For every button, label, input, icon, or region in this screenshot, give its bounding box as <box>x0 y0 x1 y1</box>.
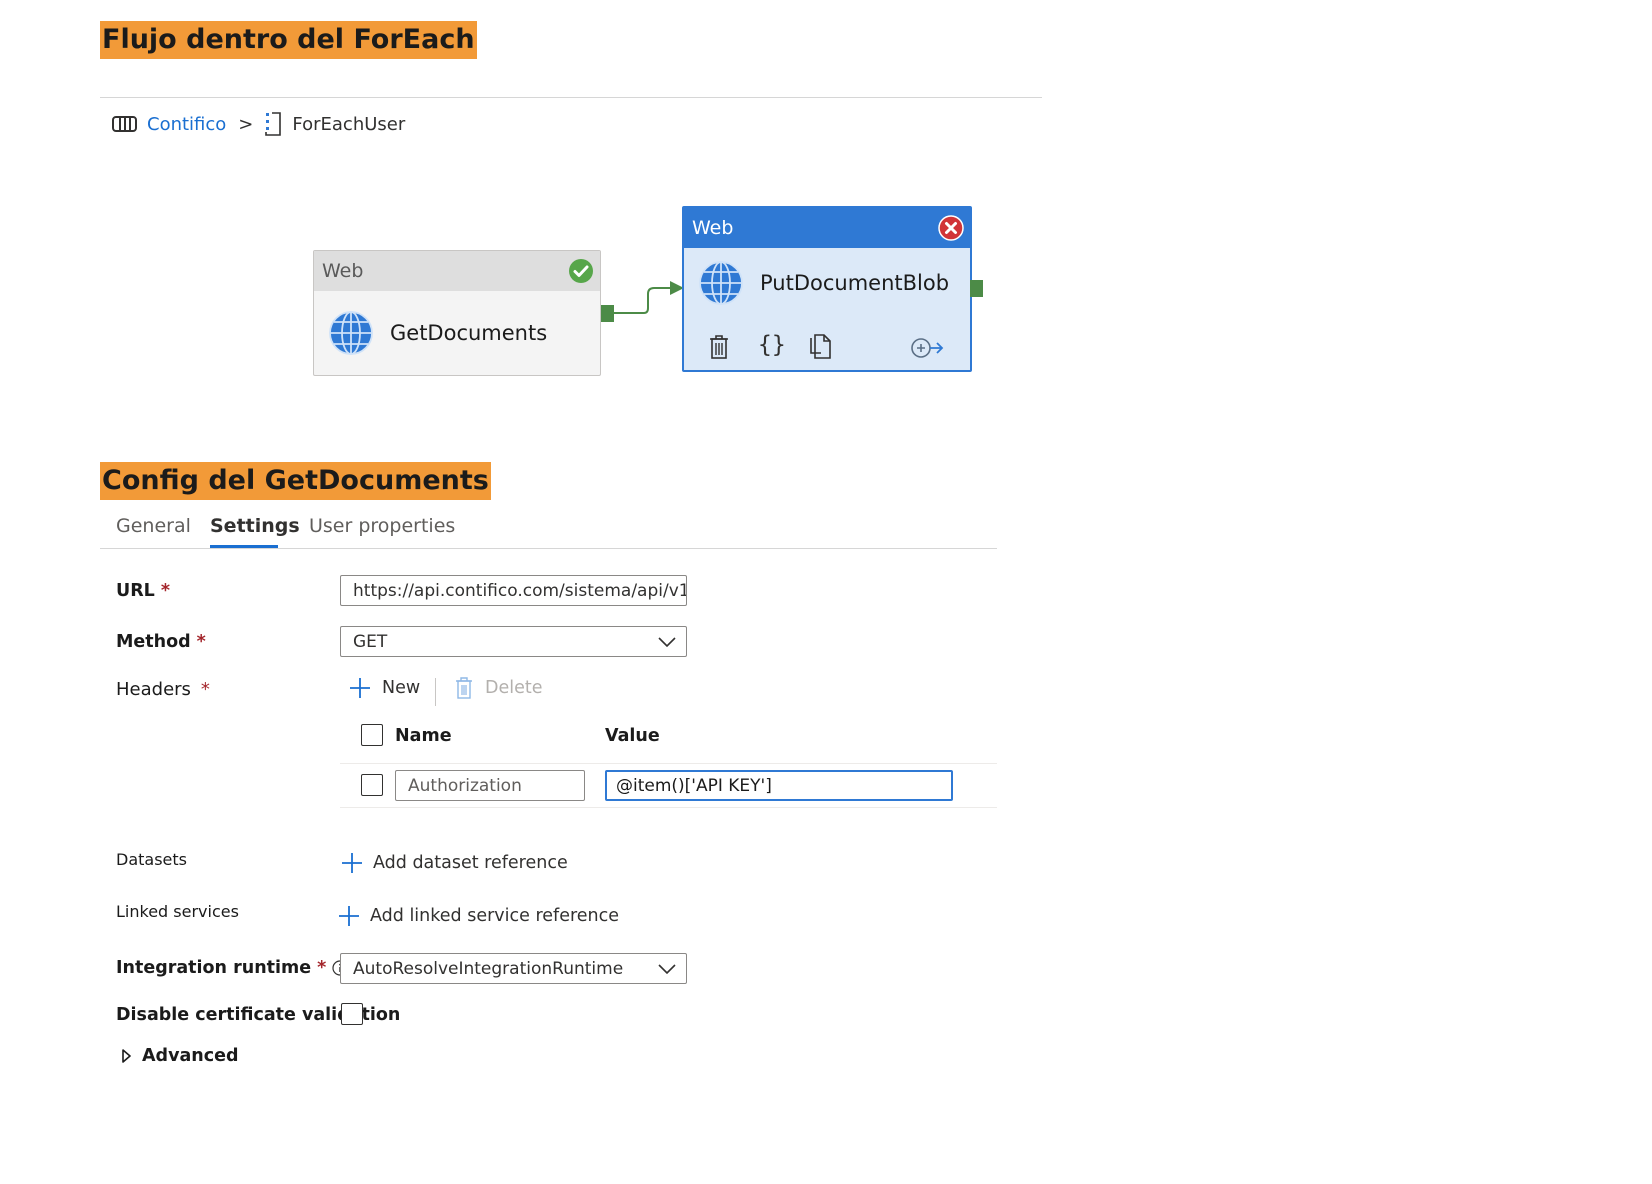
datasets-label: Datasets <box>116 850 187 869</box>
plus-icon <box>339 906 359 926</box>
advanced-expander[interactable]: Advanced <box>120 1046 239 1066</box>
delete-trash-icon[interactable] <box>708 334 730 360</box>
chevron-right-icon <box>122 1049 131 1063</box>
integration-runtime-select[interactable]: AutoResolveIntegrationRuntime <box>340 953 687 984</box>
activity-card-getdocuments[interactable]: Web GetDocuments <box>313 250 601 376</box>
tabs-divider <box>100 548 997 549</box>
chevron-down-icon <box>658 636 676 647</box>
table-divider <box>340 807 997 808</box>
activity-name: PutDocumentBlob <box>760 271 950 295</box>
tab-general[interactable]: General <box>116 515 191 537</box>
copy-icon[interactable] <box>808 334 832 360</box>
activity-card-putdocumentblob[interactable]: Web PutDocumentBlob {} <box>682 206 972 372</box>
url-label: URL * <box>116 581 170 601</box>
delete-header-button[interactable]: Delete <box>455 677 543 699</box>
headers-label: Headers * <box>116 679 210 700</box>
header-value-input[interactable]: @item()['API KEY'] <box>605 770 953 801</box>
tab-user-properties[interactable]: User properties <box>309 515 455 537</box>
select-all-headers-checkbox[interactable] <box>361 724 383 746</box>
add-linked-service-reference-button[interactable]: Add linked service reference <box>338 905 619 927</box>
plus-icon <box>342 853 362 873</box>
activity-name: GetDocuments <box>390 321 548 345</box>
integration-runtime-label: Integration runtime * <box>116 958 348 978</box>
command-divider <box>435 678 436 706</box>
breadcrumb-pipeline-link[interactable]: Contifico <box>147 114 226 135</box>
tab-settings[interactable]: Settings <box>210 515 300 537</box>
header-col-value: Value <box>605 726 660 746</box>
pipeline-icon <box>112 115 137 133</box>
header-name-input[interactable]: Authorization <box>395 770 585 801</box>
method-select[interactable]: GET <box>340 626 687 657</box>
error-x-icon <box>938 215 964 241</box>
divider <box>100 97 1042 98</box>
globe-icon <box>328 310 374 356</box>
header-col-name: Name <box>395 726 452 746</box>
globe-icon <box>698 260 744 306</box>
section-title-config: Config del GetDocuments <box>100 462 491 500</box>
linked-services-label: Linked services <box>116 902 239 921</box>
section-title-flow: Flujo dentro del ForEach <box>100 21 477 59</box>
add-output-arrow-icon[interactable] <box>910 337 944 359</box>
breadcrumb-current: ForEachUser <box>292 113 406 135</box>
method-label: Method * <box>116 632 206 652</box>
plus-icon <box>350 678 370 698</box>
add-dataset-reference-button[interactable]: Add dataset reference <box>341 852 568 874</box>
breadcrumb: Contifico > ForEachUser <box>112 112 405 136</box>
chevron-down-icon <box>658 963 676 974</box>
breadcrumb-separator: > <box>238 113 254 135</box>
activity-type-label: Web <box>692 217 734 239</box>
output-port[interactable] <box>601 305 614 322</box>
foreach-icon <box>265 112 282 136</box>
success-check-icon <box>568 258 594 284</box>
url-input[interactable]: https://api.contifico.com/sistema/api/v1… <box>340 575 687 606</box>
header-row-checkbox[interactable] <box>361 774 383 796</box>
new-header-button[interactable]: New <box>349 677 420 699</box>
code-braces-icon[interactable]: {} <box>758 332 786 358</box>
table-divider <box>340 763 997 764</box>
disable-cert-validation-checkbox[interactable] <box>341 1003 363 1025</box>
trash-icon <box>456 677 472 699</box>
output-port[interactable] <box>970 280 983 297</box>
activity-type-label: Web <box>322 260 364 282</box>
